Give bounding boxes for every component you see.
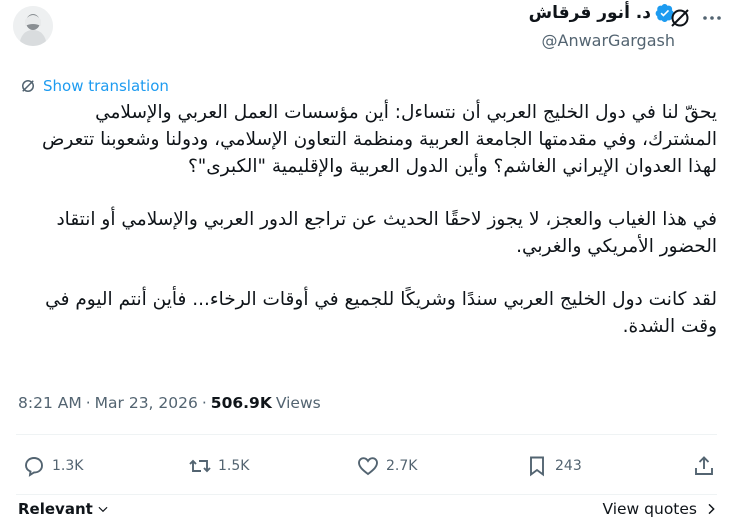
like-count: 2.7K — [386, 458, 418, 474]
tweet-date[interactable]: Mar 23, 2026 — [95, 394, 198, 412]
tweet-paragraph-2: في هذا الغياب والعجز، لا يجوز لاحقًا الح… — [56, 209, 717, 257]
display-name: د. أنور قرقاش — [528, 3, 651, 23]
views-count: 506.9K — [210, 394, 272, 412]
repost-count: 1.5K — [218, 458, 250, 474]
tweet-text: يحقّ لنا في دول الخليج العربي أن نتساءل:… — [16, 99, 717, 366]
tweet-paragraph-1: يحقّ لنا في دول الخليج العربي أن نتساءل:… — [42, 102, 717, 177]
view-quotes-link[interactable]: View quotes — [602, 500, 719, 518]
like-button[interactable]: 2.7K — [356, 454, 417, 478]
tweet-paragraph-3: لقد كانت دول الخليج العربي سندًا وشريكًا… — [45, 289, 717, 337]
author-handle[interactable]: @AnwarGargash — [529, 31, 676, 50]
author-info: د. أنور قرقاش @AnwarGargash — [529, 3, 675, 50]
share-icon — [695, 456, 713, 475]
tweet-meta: 8:21 AM · Mar 23, 2026 · 506.9K Views — [18, 394, 321, 412]
heart-icon — [358, 457, 378, 476]
divider — [16, 434, 717, 435]
action-bar: 1.3K 1.5K 2.7K 243 — [0, 454, 731, 484]
repost-icon — [189, 459, 211, 473]
reply-button[interactable]: 1.3K — [22, 454, 83, 478]
show-translation-label: Show translation — [43, 77, 169, 95]
bookmark-count: 243 — [555, 458, 582, 474]
divider — [16, 494, 717, 495]
tweet-time[interactable]: 8:21 AM — [18, 394, 82, 412]
view-quotes-label: View quotes — [602, 500, 697, 518]
meta-separator: · — [85, 394, 91, 412]
more-options-icon[interactable] — [700, 6, 724, 30]
chevron-down-icon — [98, 506, 108, 513]
chevron-right-icon — [708, 503, 715, 515]
show-translation-link[interactable]: Show translation — [19, 77, 169, 95]
bookmark-icon — [530, 456, 544, 477]
reply-icon — [25, 457, 43, 477]
sort-replies-dropdown[interactable]: Relevant — [18, 500, 110, 518]
grok-icon[interactable] — [668, 6, 692, 30]
views-label: Views — [275, 394, 321, 412]
translate-icon — [22, 80, 34, 92]
repost-button[interactable]: 1.5K — [188, 454, 249, 478]
tweet-header: د. أنور قرقاش @AnwarGargash — [0, 0, 731, 70]
meta-separator: · — [201, 394, 207, 412]
avatar[interactable] — [13, 6, 53, 46]
bookmark-button[interactable]: 243 — [525, 454, 582, 478]
sort-label: Relevant — [18, 500, 93, 518]
reply-count: 1.3K — [52, 458, 84, 474]
author-name-row[interactable]: د. أنور قرقاش — [529, 3, 675, 23]
share-button[interactable] — [692, 454, 716, 478]
